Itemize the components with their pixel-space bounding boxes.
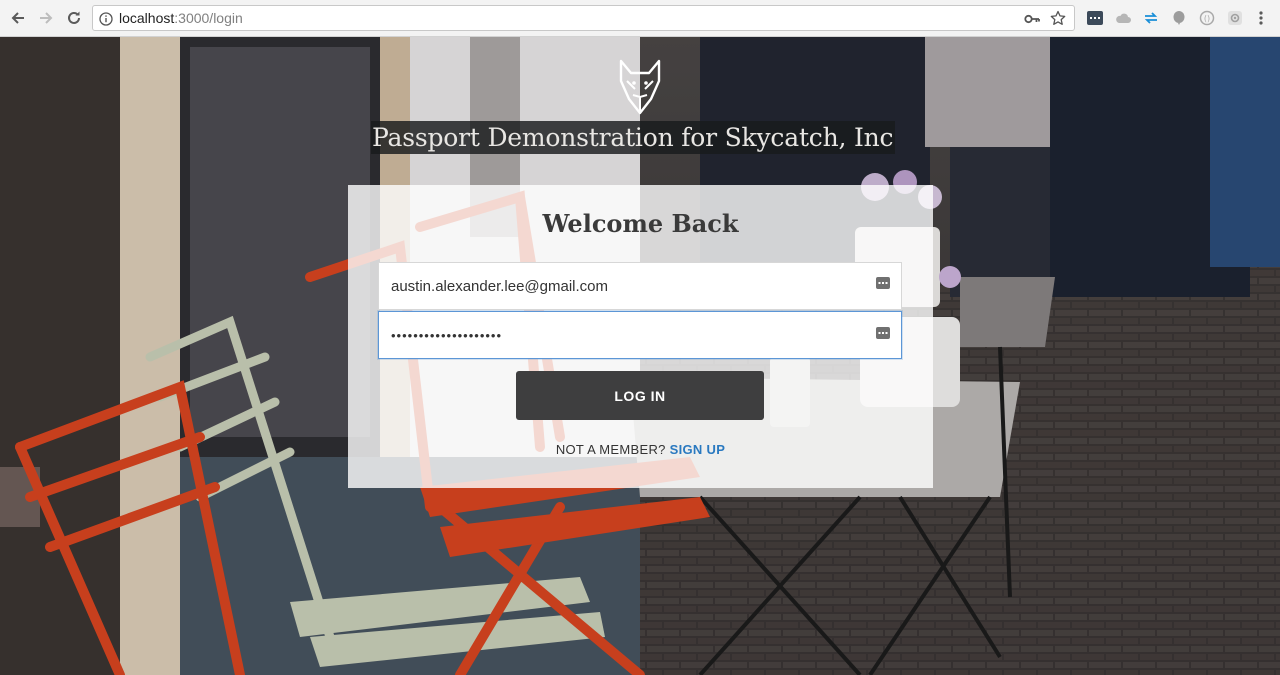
extension-dark-icon[interactable] — [1086, 9, 1104, 27]
login-button[interactable]: LOG IN — [516, 371, 764, 420]
browser-toolbar: localhost:3000/login () — [0, 0, 1280, 37]
balloon-icon[interactable] — [1170, 9, 1188, 27]
autofill-key-icon[interactable] — [876, 277, 890, 289]
url-host: localhost — [119, 10, 175, 26]
password-field[interactable] — [378, 311, 902, 359]
site-title: Passport Demonstration for Skycatch, Inc — [371, 121, 896, 154]
fox-logo — [619, 59, 661, 115]
svg-text:(): () — [1204, 14, 1210, 23]
login-card: Welcome Back LOG IN NOT A MEMBER? SIGN U… — [348, 185, 933, 488]
key-icon[interactable] — [1024, 11, 1040, 30]
not-member-text: NOT A MEMBER? — [555, 442, 666, 457]
email-field[interactable] — [378, 262, 902, 310]
sync-arrows-icon[interactable] — [1142, 9, 1160, 27]
address-url: localhost:3000/login — [119, 10, 243, 26]
cloud-drive-icon[interactable] — [1114, 9, 1132, 27]
menu-dots-icon[interactable] — [1252, 9, 1270, 27]
address-bar[interactable]: localhost:3000/login — [92, 5, 1075, 31]
back-arrow-icon[interactable] — [8, 8, 28, 28]
url-path: :3000/login — [174, 10, 243, 26]
circle-extension-icon[interactable]: () — [1198, 9, 1216, 27]
reload-icon[interactable] — [64, 8, 84, 28]
signup-prompt: NOT A MEMBER? SIGN UP — [348, 442, 933, 457]
welcome-heading: Welcome Back — [542, 209, 739, 238]
login-page: Passport Demonstration for Skycatch, Inc… — [0, 37, 1280, 675]
info-icon[interactable] — [99, 11, 113, 30]
forward-arrow-icon[interactable] — [36, 8, 56, 28]
bookmark-star-icon[interactable] — [1050, 10, 1066, 30]
autofill-key-icon[interactable] — [876, 327, 890, 339]
signup-link[interactable]: SIGN UP — [670, 442, 726, 457]
gear-extension-icon[interactable] — [1226, 9, 1244, 27]
